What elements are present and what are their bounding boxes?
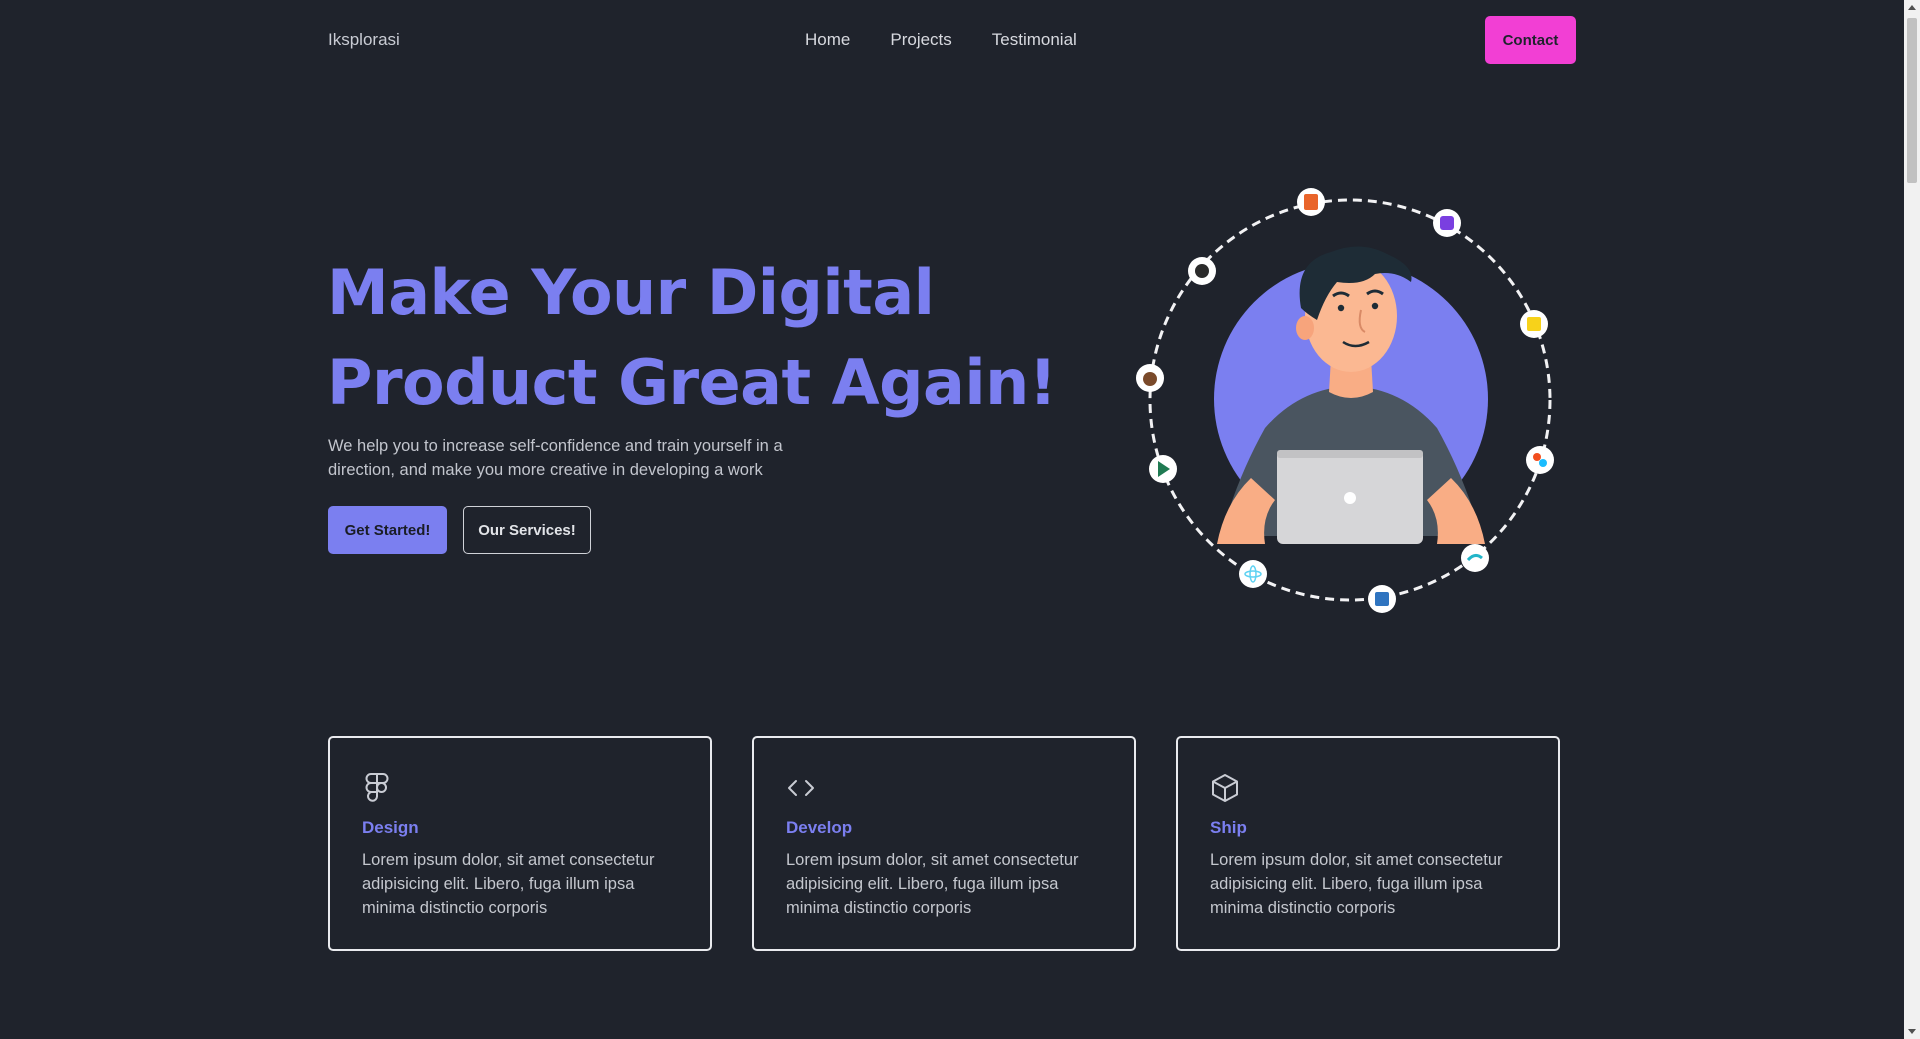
tailwind-icon [1461,544,1489,572]
hero-illustration [1125,178,1575,628]
nuxt-icon [1188,257,1216,285]
service-description: Lorem ipsum dolor, sit amet consectetur … [786,851,1079,917]
bear-icon [1136,364,1164,392]
right-eye [1371,302,1379,310]
left-eye [1337,304,1345,312]
scroll-up-arrow-icon[interactable] [1908,5,1916,10]
service-description: Lorem ipsum dolor, sit amet consectetur … [1210,851,1503,917]
main-menu: Home Projects Testimonial [805,30,1077,50]
service-title: Design [362,818,419,837]
scroll-thumb[interactable] [1907,18,1917,183]
react-icon [1239,560,1267,588]
top-nav: Iksplorasi Home Projects Testimonial Con… [0,0,1904,80]
hero-subtitle: We help you to increase self-confidence … [328,437,783,479]
nav-link-home[interactable]: Home [805,30,850,50]
developer-illustration [1136,188,1554,613]
services-section: Design Lorem ipsum dolor, sit amet conse… [328,736,1560,951]
figma-icon [1526,446,1554,474]
laptop-logo [1344,492,1356,504]
hero-title-line-2: Product Great Again! [327,346,1057,419]
contact-button[interactable]: Contact [1485,16,1576,64]
service-title: Develop [786,818,853,837]
service-card-ship: Ship Lorem ipsum dolor, sit amet consect… [1176,736,1560,951]
laptop-edge [1277,450,1423,458]
nav-link-projects[interactable]: Projects [890,30,951,50]
service-card-develop: Develop Lorem ipsum dolor, sit amet cons… [752,736,1136,951]
html5-icon [1297,188,1325,216]
scroll-down-arrow-icon[interactable] [1908,1029,1916,1034]
bootstrap-icon [1433,209,1461,237]
service-title: Ship [1210,818,1247,837]
service-description: Lorem ipsum dolor, sit amet consectetur … [362,851,655,917]
get-started-button[interactable]: Get Started! [328,506,447,554]
code-icon [788,780,814,796]
page-scrollbar[interactable] [1904,0,1920,1039]
vite-icon [1149,455,1177,483]
ear [1296,316,1314,340]
hero-title: Make Your Digital Product Great Again! [327,248,1057,428]
our-services-button[interactable]: Our Services! [463,506,591,554]
javascript-icon [1520,310,1548,338]
box-icon [1212,774,1238,802]
typescript-icon [1368,585,1396,613]
nav-link-testimonial[interactable]: Testimonial [992,30,1077,50]
service-card-design: Design Lorem ipsum dolor, sit amet conse… [328,736,712,951]
brand-logo[interactable]: Iksplorasi [328,30,400,50]
figma-icon [365,773,389,802]
hero-title-line-1: Make Your Digital [327,256,935,329]
